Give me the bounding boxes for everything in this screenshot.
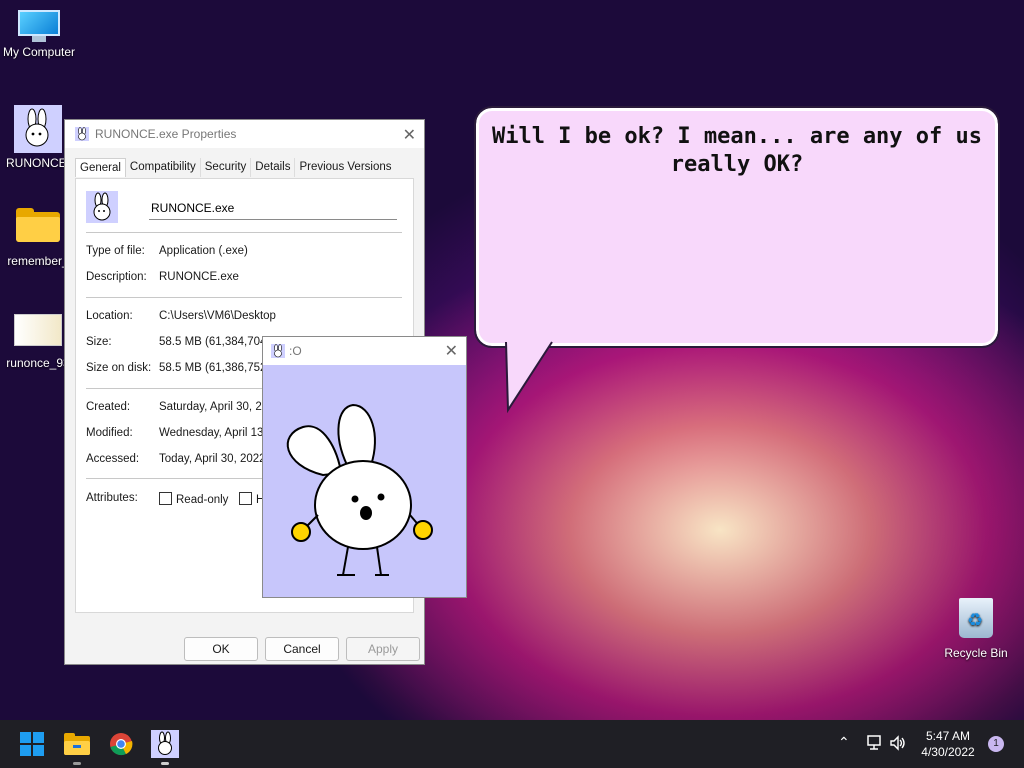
speech-bubble-text: Will I be ok? I mean... are any of us re…	[491, 124, 983, 177]
dialog-title: RUNONCE.exe Properties	[95, 127, 237, 141]
ok-button[interactable]: OK	[184, 637, 258, 661]
running-indicator	[73, 762, 81, 765]
tab-bar: General Compatibility Security Details P…	[75, 158, 396, 177]
row-value: Wednesday, April 13,	[159, 427, 267, 439]
recycle-bin-icon: ♻	[959, 598, 993, 638]
runonce-bunny-icon[interactable]	[151, 730, 179, 758]
bunny-character	[286, 403, 433, 576]
taskbar-clock[interactable]: 5:47 AM 4/30/2022	[912, 728, 984, 760]
row-key: Size:	[86, 336, 112, 348]
desktop-icon-recycle-bin[interactable]: ♻ Recycle Bin	[940, 598, 1012, 660]
row-key: Location:	[86, 310, 133, 322]
tab-previous-versions[interactable]: Previous Versions	[295, 158, 395, 177]
clock-time: 5:47 AM	[925, 729, 971, 743]
row-value: 58.5 MB (61,386,752 b	[159, 362, 276, 374]
chevron-up-icon[interactable]: ⌃	[838, 734, 850, 751]
chrome-icon[interactable]	[107, 730, 135, 758]
row-key: Size on disk:	[86, 362, 152, 374]
apply-button[interactable]: Apply	[346, 637, 420, 661]
volume-icon[interactable]	[889, 735, 907, 754]
close-icon[interactable]: ✕	[403, 125, 416, 145]
folder-icon	[16, 208, 60, 242]
bunny-window-titlebar[interactable]: :O	[263, 337, 466, 365]
checkbox-label: Read-only	[176, 494, 229, 506]
image-file-icon	[14, 314, 62, 346]
row-key: Created:	[86, 401, 131, 413]
row-value: Today, April 30, 2022,	[159, 453, 269, 465]
row-key: Accessed:	[86, 453, 140, 465]
bunny-window: :O ✕	[262, 336, 467, 598]
speech-bubble: Will I be ok? I mean... are any of us re…	[474, 106, 1000, 348]
row-key: Attributes:	[86, 492, 138, 504]
tab-security[interactable]: Security	[201, 158, 252, 177]
start-icon[interactable]	[18, 730, 46, 758]
row-key: Modified:	[86, 427, 133, 439]
tab-compatibility[interactable]: Compatibility	[126, 158, 201, 177]
filename-input[interactable]	[149, 197, 397, 220]
computer-icon	[18, 10, 60, 42]
bunny-icon	[75, 127, 89, 141]
checkbox-box[interactable]	[159, 492, 172, 505]
row-value: RUNONCE.exe	[159, 271, 239, 283]
row-value: Application (.exe)	[159, 245, 248, 257]
recycle-bin-label: Recycle Bin	[944, 646, 1008, 660]
checkbox-box[interactable]	[239, 492, 252, 505]
row-value: 58.5 MB (61,384,704 b	[159, 336, 276, 348]
network-icon[interactable]	[864, 735, 882, 754]
row-value: C:\Users\VM6\Desktop	[159, 310, 276, 322]
row-key: Type of file:	[86, 245, 145, 257]
cancel-button[interactable]: Cancel	[265, 637, 339, 661]
desktop-icon-my-computer[interactable]: My Computer	[1, 10, 77, 59]
divider	[86, 232, 402, 233]
bunny-icon	[14, 105, 62, 153]
close-icon[interactable]: ✕	[445, 341, 458, 361]
tab-general[interactable]: General	[75, 158, 126, 177]
divider	[86, 297, 402, 298]
bunny-icon	[271, 344, 285, 358]
running-indicator	[161, 762, 169, 765]
clock-date: 4/30/2022	[921, 745, 975, 759]
file-explorer-icon[interactable]	[63, 730, 91, 758]
readonly-checkbox[interactable]: Read-only	[159, 492, 228, 506]
desktop-icon-label: My Computer	[2, 45, 76, 59]
dialog-titlebar[interactable]: RUNONCE.exe Properties	[65, 120, 424, 148]
notification-badge[interactable]: 1	[988, 736, 1004, 752]
file-bunny-icon	[86, 191, 118, 223]
taskbar: ⌃	[0, 720, 1024, 768]
tab-details[interactable]: Details	[251, 158, 296, 177]
speech-bubble-tail	[505, 340, 553, 414]
row-key: Description:	[86, 271, 147, 283]
bunny-window-title: :O	[289, 344, 302, 358]
